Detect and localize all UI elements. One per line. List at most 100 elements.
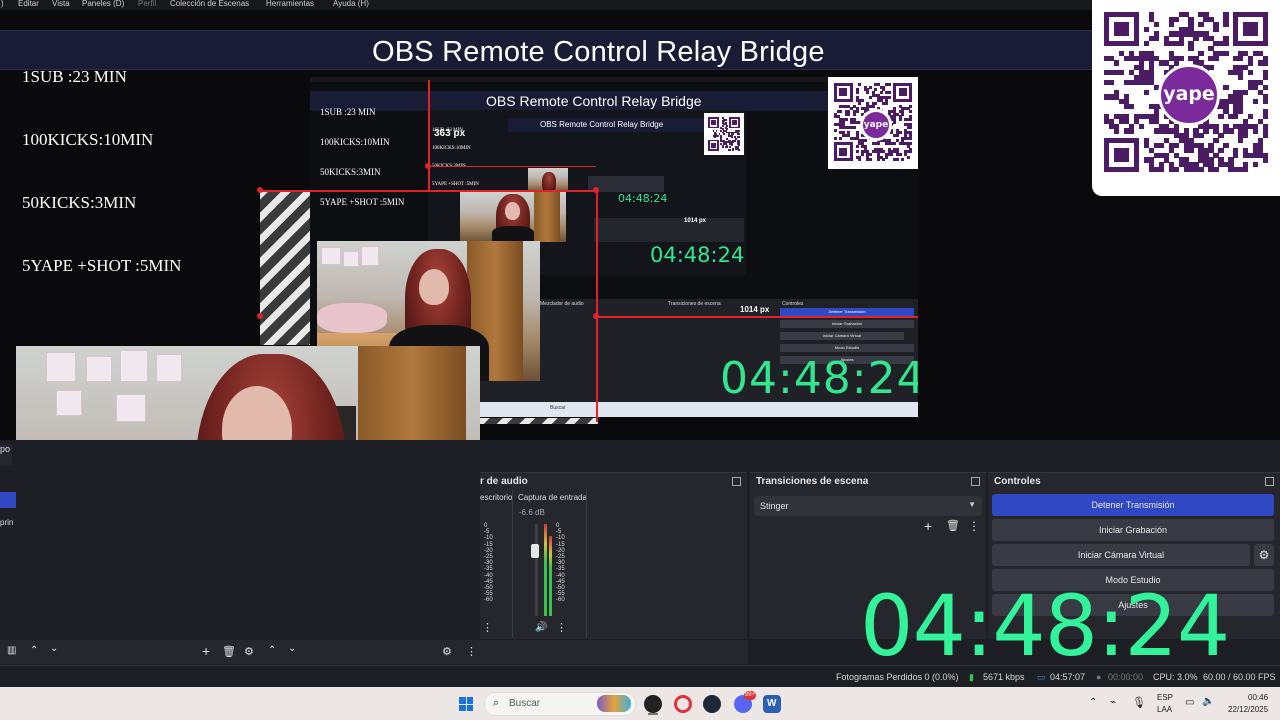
popout-icon[interactable] [732,477,741,486]
qr-module [834,128,837,132]
qr-module [732,149,735,152]
more-icon[interactable]: ⋮ [482,621,493,634]
qr-module [887,91,891,95]
start-virtual-camera-button[interactable]: Iniciar Cámara Virtual [992,544,1250,566]
add-icon[interactable]: + [202,643,210,659]
qr-module [868,96,872,100]
channel-divider [512,490,513,638]
guide-line [596,316,918,318]
stop-streaming-button[interactable]: Detener Transmisión [992,494,1274,516]
chevron-up-icon[interactable]: ⌃ [1089,697,1097,708]
qr-module [1243,167,1249,173]
qr-module [1188,147,1194,153]
menu-perfil[interactable]: Perfil [138,0,156,8]
gear-icon[interactable]: ⚙ [1254,544,1274,566]
more-icon[interactable]: ⋮ [968,519,980,533]
menu-vista[interactable]: Vista [52,0,70,8]
nested-goals: 1SUB :23 MIN 100KICKS:10MIN 50KICKS:3MIN… [320,87,404,227]
start-recording-button[interactable]: Iniciar Grabación [992,519,1274,541]
qr-module [909,126,913,130]
trash-icon[interactable]: 🗑 [222,645,236,658]
qr-module [868,152,872,156]
qr-module [1173,16,1179,22]
handle-dot[interactable] [593,187,599,193]
display-icon[interactable]: ▭ [1185,697,1194,708]
qr-module [1238,138,1244,144]
handle-dot[interactable] [257,313,263,319]
nested2-goal: 100KICKS:10MIN [432,146,471,151]
qr-module [839,136,843,140]
handle-dot[interactable] [425,163,431,169]
qr-module [1243,89,1249,95]
webcam-tiny [528,168,568,192]
menu-paneles[interactable]: Paneles (D) [82,0,124,8]
popout-icon[interactable] [1265,477,1274,486]
qr-module [1208,65,1214,71]
record-icon: ● [1096,672,1102,682]
chevron-down-icon[interactable]: ⌄ [50,643,58,654]
nested-timer: 04:48:24 [720,353,918,404]
qr-module [871,104,875,108]
chevron-up-icon[interactable]: ⌃ [30,645,38,656]
qr-module [1173,167,1179,173]
more-icon[interactable]: ⋮ [556,621,567,634]
gear-icon[interactable]: ⚙ [442,645,452,658]
qr-module [852,112,856,116]
scenes-toolbar [0,640,480,664]
windows-taskbar: ⌕ Buscar 99+ W ⌃ ⌁ 🎙 ESP LAA ▭ 🔈 00:46 2… [0,687,1280,720]
clock-date[interactable]: 22/12/2025 [1228,705,1268,714]
qr-module [858,83,862,86]
scenes-tab[interactable]: po [0,444,12,466]
windows-start-icon[interactable] [459,697,473,711]
handle-dot[interactable] [593,313,599,319]
trash-icon[interactable]: 🗑 [946,519,960,532]
speaker-icon[interactable]: 🔊 [535,622,547,633]
nested2-timer: 04:48:24 [650,243,745,267]
menu-colecciones[interactable]: Colección de Escenas [170,0,249,8]
mixer-toolbar [430,640,748,664]
qr-module [1238,108,1244,115]
taskbar-search-box[interactable]: ⌕ Buscar [484,692,636,716]
qr-module [1218,133,1224,139]
qr-module [738,136,741,139]
menu-ayuda[interactable]: Ayuda (H) [333,0,369,8]
qr-module [909,109,913,113]
language-code[interactable]: ESP [1157,693,1173,702]
gear-icon[interactable]: ⚙ [244,645,254,658]
yape-qr-card: yape [1092,0,1280,196]
selected-scene[interactable] [0,492,16,508]
microphone-icon[interactable]: 🎙 [1132,696,1146,709]
qr-module [868,158,872,162]
clock-time[interactable]: 00:46 [1248,693,1268,702]
handle-dot[interactable] [257,187,263,193]
popout-icon[interactable] [971,477,980,486]
qr-module [1178,55,1184,61]
volume-slider-track[interactable] [535,524,538,616]
obs-icon[interactable] [644,695,662,713]
menu-herramientas[interactable]: Herramientas [266,0,314,8]
qr-module [1263,133,1269,139]
panel-toggle-icon[interactable]: ▥ [7,645,16,656]
qr-module [1213,138,1219,144]
qr-module [858,158,862,162]
steam-icon[interactable] [703,695,721,713]
network-icon[interactable]: ⌁ [1110,697,1116,708]
transition-select[interactable]: Stinger ▼ [754,496,982,516]
qr-finder [1243,21,1259,37]
chevron-up-icon[interactable]: ⌃ [268,645,276,656]
speaker-icon[interactable]: 🔈 [1202,696,1214,707]
volume-slider-handle[interactable] [531,544,539,558]
qr-module [855,150,859,154]
more-icon[interactable]: ⋮ [466,645,477,658]
menu-editar[interactable]: Editar [18,0,39,8]
qr-module [858,101,862,105]
language-layout[interactable]: LAA [1157,705,1172,714]
word-icon[interactable]: W [763,695,781,713]
qr-module [1143,89,1150,95]
opera-icon[interactable] [674,695,692,713]
qr-finder [1113,147,1129,163]
add-icon[interactable]: + [924,518,932,534]
chevron-down-icon[interactable]: ⌄ [288,643,296,654]
nested-vcam-button: Iniciar Cámara Virtual [780,332,904,340]
qr-finder [839,88,848,97]
